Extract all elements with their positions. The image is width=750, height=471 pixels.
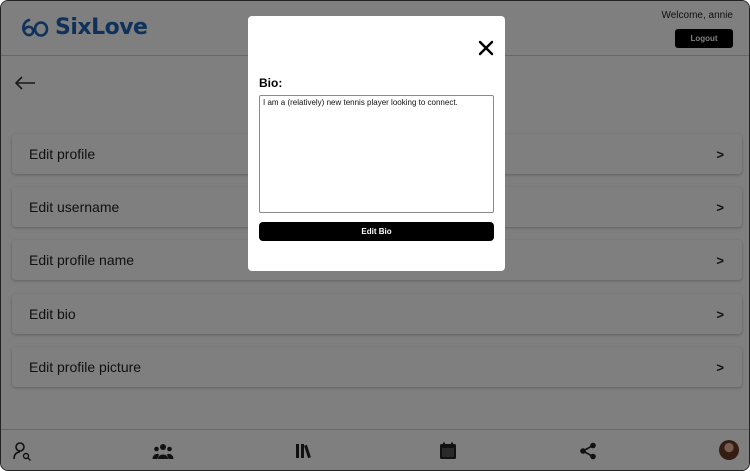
app-window: SixLove Welcome, annie Logout Edit profi… (0, 0, 750, 471)
close-icon[interactable] (478, 40, 494, 56)
bio-textarea[interactable]: I am a (relatively) new tennis player lo… (259, 95, 494, 213)
edit-bio-modal: Bio: I am a (relatively) new tennis play… (248, 16, 505, 271)
bio-label: Bio: (259, 76, 283, 90)
edit-bio-button[interactable]: Edit Bio (259, 222, 494, 241)
